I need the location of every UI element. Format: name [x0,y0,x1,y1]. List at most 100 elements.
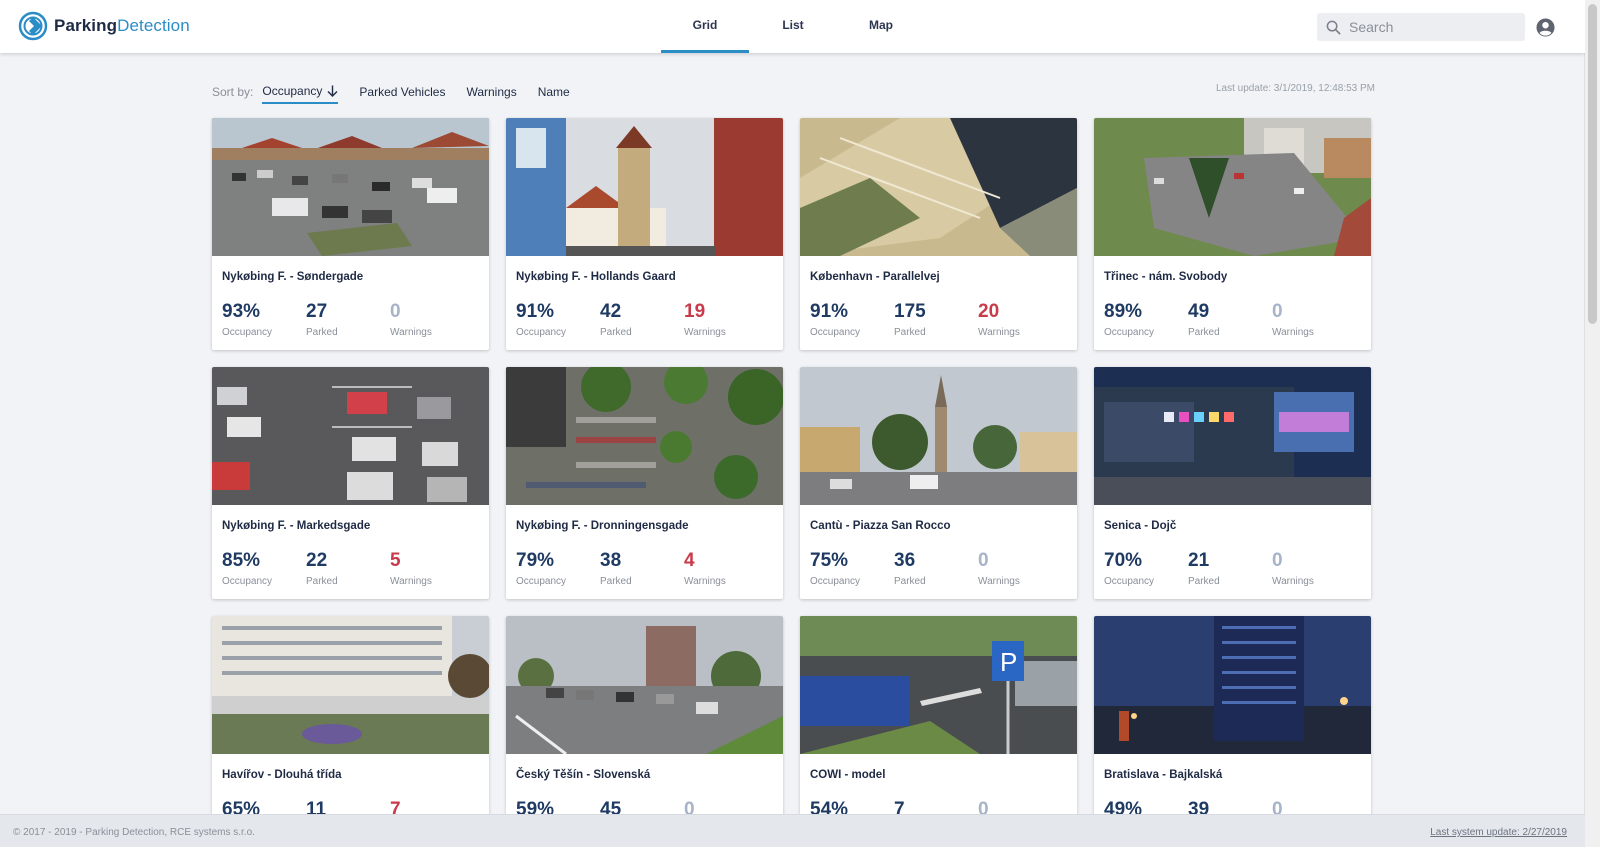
warnings-label: Warnings [978,576,1020,587]
warnings-label: Warnings [1272,327,1314,338]
sort-warnings[interactable]: Warnings [466,81,516,103]
warnings-value: 0 [1272,550,1283,571]
warnings-value: 20 [978,301,1000,322]
occupancy-value: 89% [1104,301,1143,322]
search-input[interactable] [1347,18,1521,36]
card-name: Nykøbing F. - Markedsgade [222,520,371,532]
parking-card[interactable]: Nykøbing F. - Dronningensgade 79% Occupan… [506,367,783,599]
parking-card[interactable]: Nykøbing F. - Søndergade 93% Occupancy 27… [212,118,489,350]
occupancy-label: Occupancy [810,576,861,587]
warnings-stat: 0 Warnings [390,301,432,339]
parking-lot-photo [212,367,489,505]
parking-lot-photo [1094,118,1371,256]
parking-card[interactable]: Bratislava - Bajkalská 49%Occupancy 39Pa… [1094,616,1371,847]
account-icon[interactable] [1536,18,1555,37]
last-update-text: Last update: 3/1/2019, 12:48:53 PM [1215,83,1375,94]
occupancy-stat: 93% Occupancy [222,301,272,339]
occupancy-value: 93% [222,301,261,322]
parking-lot-photo [506,616,783,754]
scrollbar[interactable] [1584,0,1600,847]
logo[interactable]: ParkingDetection [18,11,190,41]
parked-value: 22 [306,550,328,571]
occupancy-value: 79% [516,550,555,571]
parking-card[interactable]: P COWI - model 54%Occupancy 7Parked 0War… [800,616,1077,847]
system-update-link[interactable]: Last system update: 2/27/2019 [1430,827,1567,838]
card-name: Nykøbing F. - Hollands Gaard [516,271,676,283]
occupancy-label: Occupancy [810,327,861,338]
tab-list[interactable]: List [749,0,837,53]
parked-value: 27 [306,301,328,322]
warnings-label: Warnings [684,327,726,338]
card-name: Cantù - Piazza San Rocco [810,520,951,532]
tab-map[interactable]: Map [837,0,925,53]
parked-value: 175 [894,301,926,322]
card-name: Český Těšín - Slovenská [516,769,651,781]
parking-card[interactable]: København - Parallelvej 91% Occupancy 175… [800,118,1077,350]
scrollbar-thumb[interactable] [1588,4,1597,324]
parking-lot-photo [212,616,489,754]
parking-card[interactable]: Nykøbing F. - Hollands Gaard 91% Occupanc… [506,118,783,350]
search-icon [1326,20,1341,34]
card-name: København - Parallelvej [810,271,940,283]
parked-stat: 175 Parked [894,301,926,339]
card-name: Nykøbing F. - Dronningensgade [516,520,689,532]
parking-detection-logo-icon [18,11,48,41]
parking-lot-photo [1094,616,1371,754]
parked-value: 42 [600,301,622,322]
warnings-label: Warnings [978,327,1020,338]
parking-lot-photo [506,118,783,256]
occupancy-label: Occupancy [222,576,273,587]
occupancy-label: Occupancy [1104,576,1155,587]
occupancy-label: Occupancy [516,576,567,587]
page: ParkingDetection Grid List Map Sort by: … [0,0,1585,847]
occupancy-stat: 70% Occupancy [1104,550,1155,588]
warnings-value: 5 [390,550,401,571]
sort-parked-vehicles[interactable]: Parked Vehicles [359,81,445,103]
logo-text-bold: Parking [54,16,118,35]
occupancy-value: 75% [810,550,849,571]
card-name: Havířov - Dlouhá třída [222,769,342,781]
parked-label: Parked [600,327,632,338]
warnings-stat: 4 Warnings [684,550,726,588]
tab-grid[interactable]: Grid [661,0,749,53]
warnings-label: Warnings [684,576,726,587]
warnings-label: Warnings [390,576,432,587]
parked-stat: 42 Parked [600,301,632,339]
parking-card[interactable]: Český Těšín - Slovenská 59%Occupancy 45P… [506,616,783,847]
parked-stat: 22 Parked [306,550,338,588]
warnings-value: 0 [390,301,401,322]
parking-lot-photo [506,367,783,505]
search-box[interactable] [1317,13,1525,41]
occupancy-stat: 75% Occupancy [810,550,861,588]
parking-card[interactable]: Havířov - Dlouhá třída 65%Occupancy 11Pa… [212,616,489,847]
footer: © 2017 - 2019 - Parking Detection, RCE s… [0,814,1585,847]
parked-label: Parked [894,327,926,338]
occupancy-value: 70% [1104,550,1143,571]
parking-lot-photo [800,367,1077,505]
occupancy-stat: 91% Occupancy [810,302,861,339]
warnings-stat: 5 Warnings [390,550,432,588]
occupancy-label: Occupancy [516,327,567,338]
parking-card[interactable]: Senica - Dojč 70% Occupancy 21 Parked 0 War… [1094,367,1371,599]
occupancy-stat: 79% Occupancy [516,550,567,588]
sort-label: Sort by: [212,85,254,99]
sort-occupancy[interactable]: Occupancy [262,80,339,104]
parked-label: Parked [306,327,338,338]
parked-value: 21 [1188,550,1210,571]
top-bar: ParkingDetection Grid List Map [0,0,1585,53]
parked-label: Parked [306,576,338,587]
parking-card[interactable]: Nykøbing F. - Markedsgade 85% Occupancy 2… [212,367,489,599]
warnings-value: 0 [978,550,989,571]
parked-label: Parked [894,576,926,587]
parking-card[interactable]: Třinec - nám. Svobody 89% Occupancy 49 Par… [1094,118,1371,350]
warnings-value: 19 [684,301,706,322]
sort-name[interactable]: Name [538,81,570,103]
sort-occupancy-label: Occupancy [262,84,323,98]
parking-card[interactable]: Cantù - Piazza San Rocco 75% Occupancy 36… [800,367,1077,599]
warnings-value: 4 [684,550,695,571]
warnings-stat: 19 Warnings [684,301,726,339]
warnings-label: Warnings [1272,576,1314,587]
occupancy-stat: 89% Occupancy [1104,301,1154,339]
parked-stat: 21 Parked [1188,550,1220,588]
parking-lot-photo [1094,367,1371,505]
